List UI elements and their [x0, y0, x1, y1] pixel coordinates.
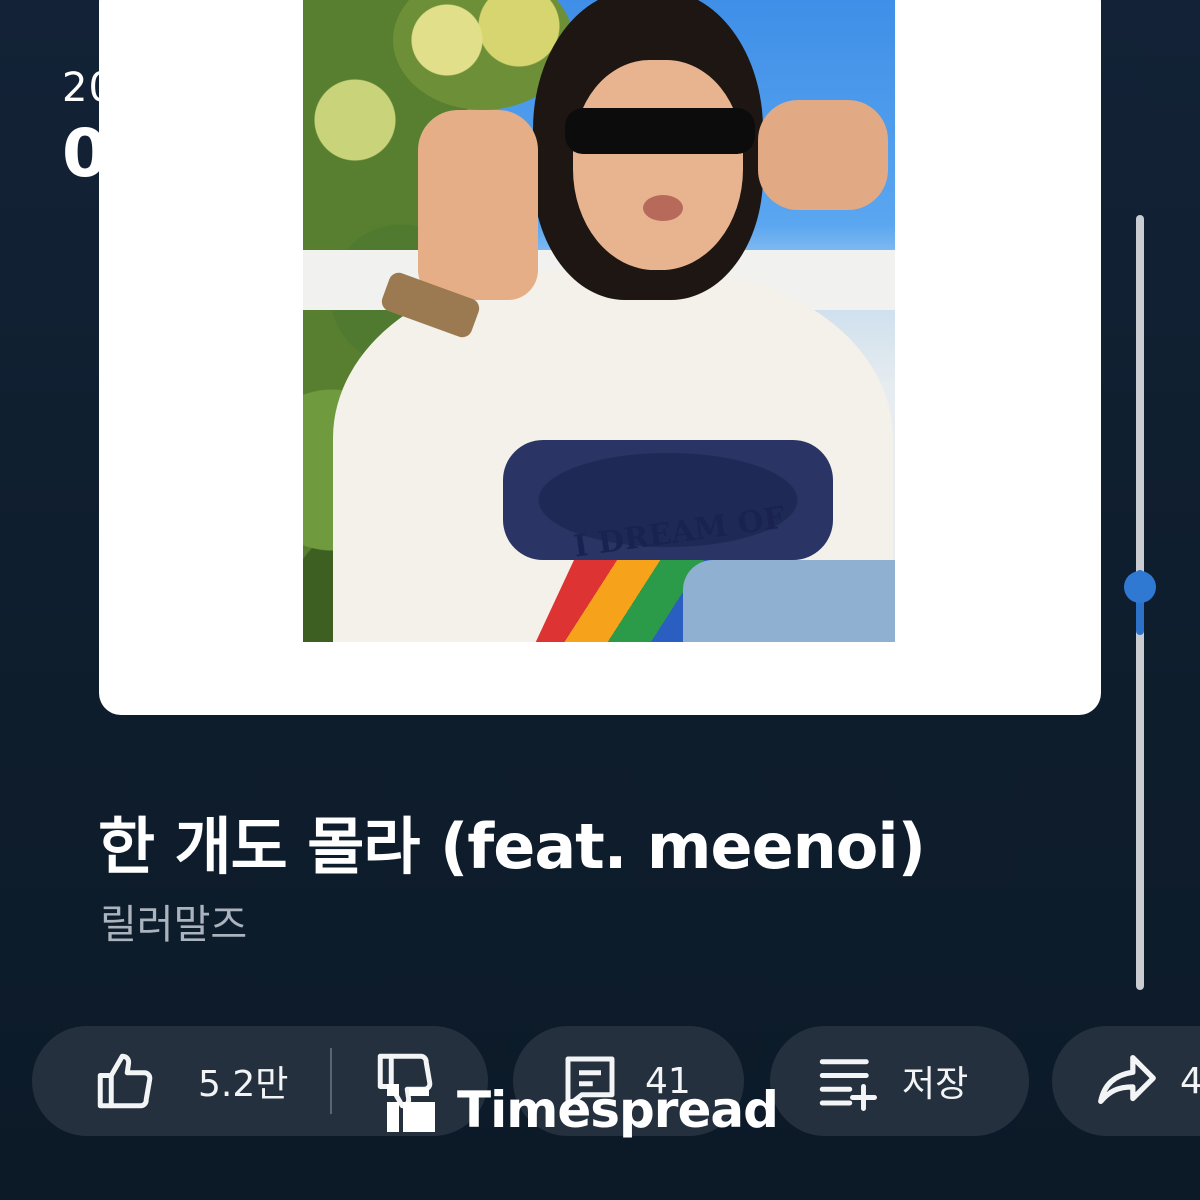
- photo-sunglasses: [565, 108, 755, 154]
- seek-bar-thumb[interactable]: [1124, 571, 1156, 603]
- artist-name[interactable]: 릴러말즈: [100, 892, 247, 950]
- thumbs-up-icon[interactable]: [92, 1048, 158, 1114]
- share-icon: [1092, 1046, 1162, 1116]
- save-label: 저장: [902, 1064, 969, 1105]
- photo-hand-left: [418, 110, 538, 300]
- watermark-text: Timespread: [457, 1081, 779, 1139]
- song-title: 한 개도 몰라 (feat. meenoi): [98, 810, 926, 883]
- share-label: 4: [1180, 1060, 1200, 1102]
- photo-lips: [643, 195, 683, 221]
- photo-face: [573, 60, 743, 270]
- share-button[interactable]: 4: [1052, 1026, 1200, 1136]
- timespread-logo-icon: [387, 1084, 435, 1136]
- photo-jeans: [683, 560, 895, 642]
- save-button[interactable]: 저장: [770, 1026, 1029, 1136]
- playlist-add-icon: [814, 1048, 880, 1114]
- like-divider: [330, 1048, 333, 1114]
- album-art-card[interactable]: I DREAM OF: [99, 0, 1101, 715]
- album-art-photo: I DREAM OF: [303, 0, 895, 642]
- photo-hand-right: [758, 100, 888, 210]
- like-count[interactable]: 5.2만: [198, 1055, 288, 1107]
- timespread-watermark: Timespread: [387, 1080, 779, 1140]
